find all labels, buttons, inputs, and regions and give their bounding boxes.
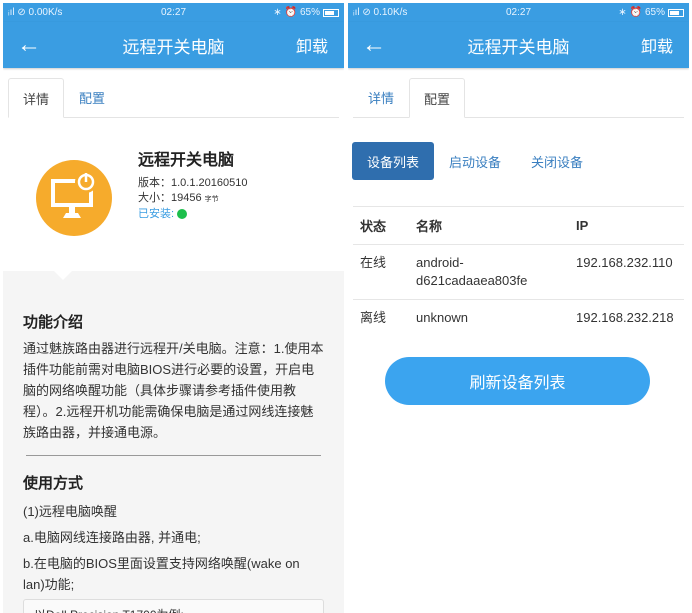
- tab-bar: 详情 配置: [353, 68, 684, 118]
- usage-step: (1)远程电脑唤醒: [23, 504, 117, 519]
- segment-start-device[interactable]: 启动设备: [434, 142, 516, 180]
- page-title: 远程开关电脑: [122, 37, 225, 57]
- nav-bar: ← 远程开关电脑 卸载: [3, 22, 344, 68]
- clock: 02:27: [160, 7, 187, 18]
- table-header: 状态 名称 IP: [353, 206, 684, 245]
- cell-ip: 192.168.232.218: [576, 310, 674, 325]
- clock: 02:27: [505, 7, 532, 18]
- segment-control: 设备列表 启动设备 关闭设备: [352, 142, 689, 180]
- uninstall-button[interactable]: 卸载: [296, 33, 328, 57]
- page-title: 远程开关电脑: [467, 37, 570, 57]
- intro-text: 通过魅族路由器进行远程开/关电脑。注意：1.使用本插件功能前需对电脑BIOS进行…: [23, 341, 324, 440]
- battery-icon: [323, 8, 339, 17]
- uninstall-button[interactable]: 卸载: [641, 33, 673, 57]
- status-bar: ᵢıl ⊘ 0.00K/s 02:27 ∗ ⏰ 65%: [3, 3, 344, 22]
- cell-status: 离线: [360, 310, 387, 325]
- table-row[interactable]: 在线 android-d621cadaaea803fe 192.168.232.…: [353, 244, 684, 300]
- app-size: 大小：19456 字节: [138, 191, 247, 207]
- app-version: 版本：1.0.1.20160510: [138, 177, 248, 189]
- status-bar: ᵢıl ⊘ 0.10K/s 02:27 ∗ ⏰ 65%: [348, 3, 689, 22]
- installed-label: 已安装:: [138, 208, 175, 220]
- usage-step-b: b.在电脑的BIOS里面设置支持网络唤醒(wake on lan)功能;: [23, 556, 300, 592]
- col-name: 名称: [409, 206, 569, 245]
- size-unit: 字节: [204, 196, 219, 203]
- cell-ip: 192.168.232.110: [569, 244, 684, 300]
- cell-name: unknown: [416, 310, 469, 325]
- usage-heading: 使用方式: [23, 475, 84, 492]
- app-name: 远程开关电脑: [138, 152, 235, 169]
- back-arrow-icon[interactable]: ←: [17, 31, 41, 59]
- col-status: 状态: [353, 206, 409, 245]
- tab-details[interactable]: 详情: [353, 77, 409, 117]
- size-value: 19456: [171, 192, 202, 204]
- panel-notch: [53, 270, 73, 280]
- monitor-power-icon: [36, 160, 112, 236]
- table-row[interactable]: 离线 unknown 192.168.232.218: [353, 300, 684, 337]
- installed-status: 已安装:: [138, 207, 247, 222]
- segment-shutdown-device[interactable]: 关闭设备: [516, 142, 598, 180]
- col-ip: IP: [569, 206, 684, 245]
- segment-device-list[interactable]: 设备列表: [352, 142, 435, 180]
- app-header: 远程开关电脑 版本：1.0.1.20160510 大小：19456 字节 已安装…: [3, 118, 344, 270]
- tab-details[interactable]: 详情: [8, 78, 64, 118]
- tab-config[interactable]: 配置: [409, 78, 465, 118]
- intro-heading: 功能介绍: [23, 314, 84, 331]
- battery-icon: [668, 8, 684, 17]
- installed-check-icon: [177, 209, 188, 220]
- back-arrow-icon[interactable]: ←: [362, 31, 386, 59]
- detail-panel: 功能介绍 通过魅族路由器进行远程开/关电脑。注意：1.使用本插件功能前需对电脑B…: [3, 270, 344, 613]
- size-label: 大小：: [138, 192, 171, 204]
- right-screen: ᵢıl ⊘ 0.10K/s 02:27 ∗ ⏰ 65% ← 远程开关电脑 卸载 详…: [348, 3, 689, 613]
- refresh-device-list-button[interactable]: 刷新设备列表: [385, 357, 650, 405]
- cell-name: android-d621cadaaea803fe: [409, 244, 569, 300]
- device-table: 状态 名称 IP 在线 android-d621cadaaea803fe 192…: [353, 206, 684, 336]
- divider: [26, 455, 321, 456]
- nav-bar: ← 远程开关电脑 卸载: [348, 22, 689, 68]
- left-screen: ᵢıl ⊘ 0.00K/s 02:27 ∗ ⏰ 65% ← 远程开关电脑 卸载 详…: [3, 3, 344, 613]
- example-box: 以Dell Precision T1700为例:: [23, 599, 324, 613]
- tab-bar: 详情 配置: [8, 68, 339, 118]
- cell-status: 在线: [353, 244, 409, 300]
- usage-step-a: a.电脑网线连接路由器, 并通电;: [23, 530, 201, 545]
- tab-config[interactable]: 配置: [64, 77, 120, 117]
